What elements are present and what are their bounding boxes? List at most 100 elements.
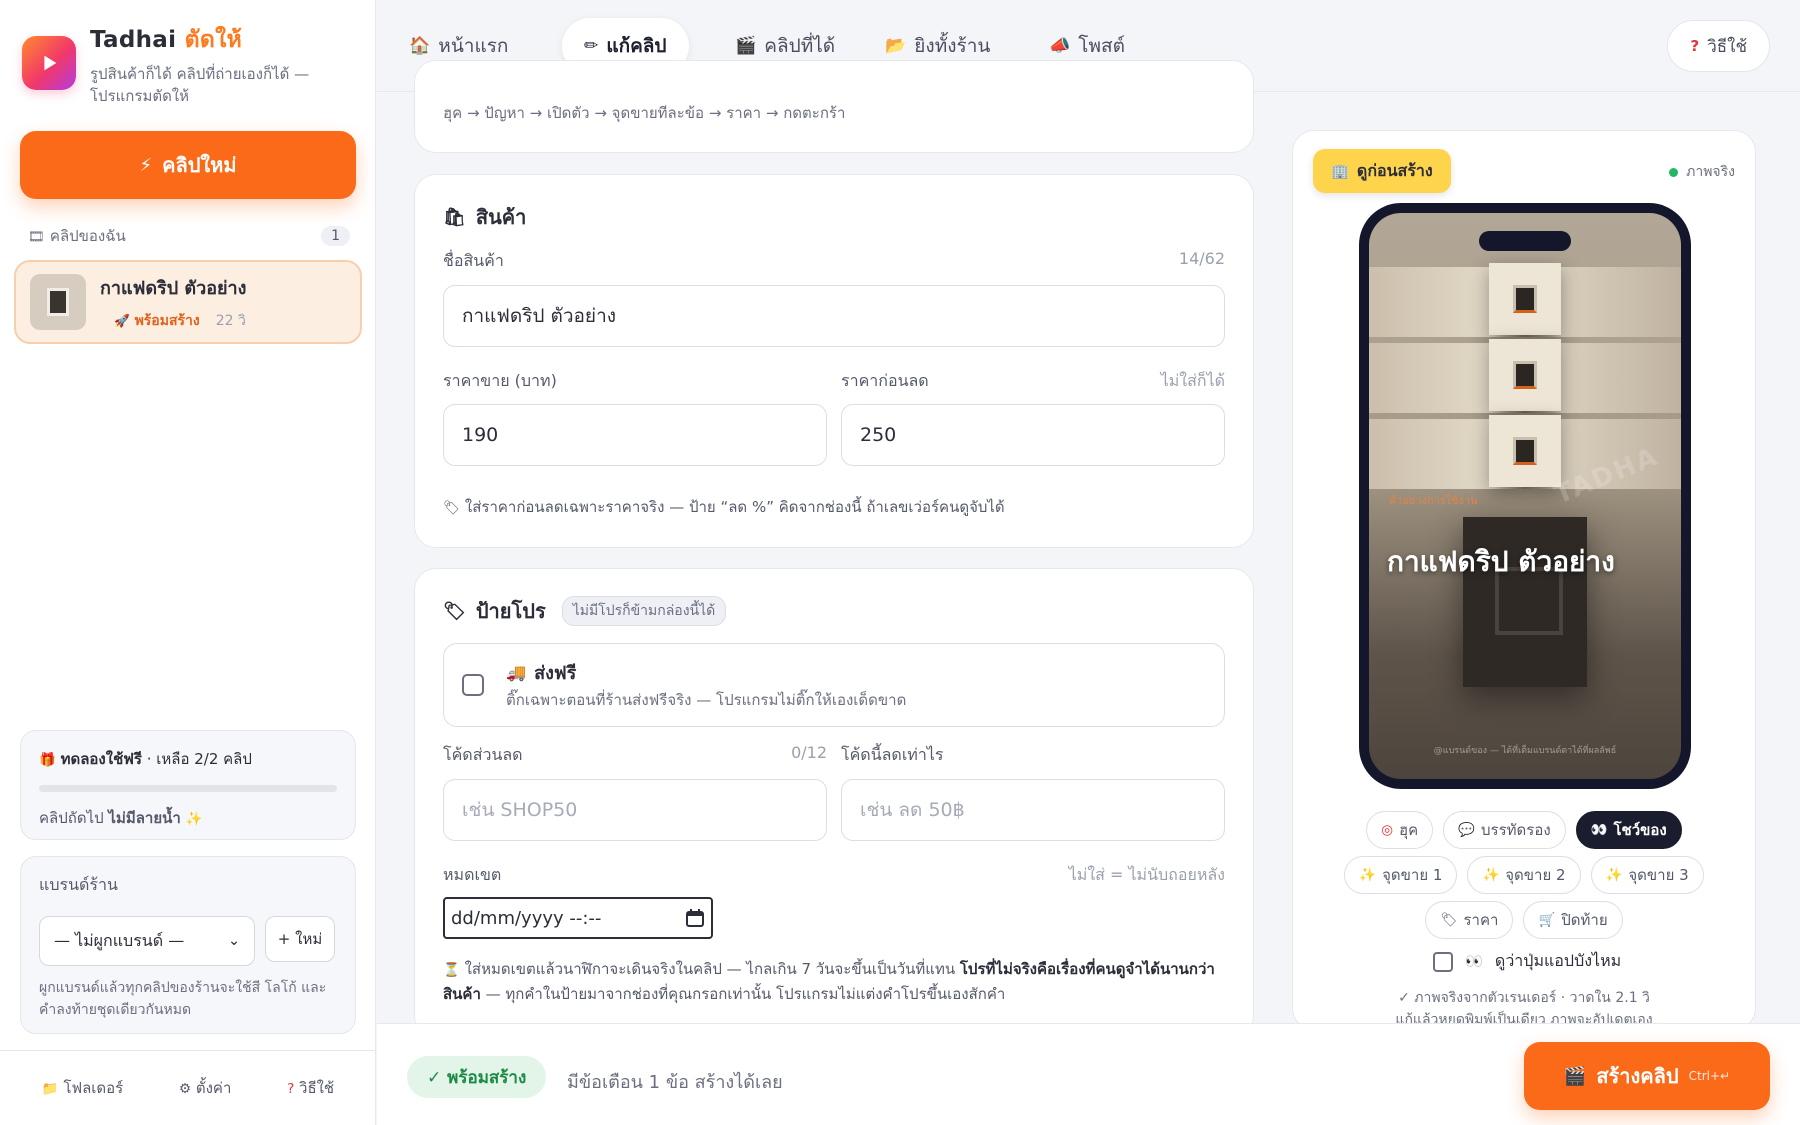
scene-closing[interactable]: 🛒 ปิดท้าย bbox=[1523, 901, 1623, 939]
promo-card: 🏷 ป้ายโปร ไม่มีโปรก็ข้ามกล่องนี้ได้ 🚚 ส่งฟร… bbox=[414, 568, 1254, 1038]
example-tag: ตัวอย่างการใช้งาน bbox=[1389, 494, 1478, 507]
rocket-icon: 🚀 bbox=[114, 312, 130, 328]
brand-header[interactable]: Tadhai ตัดให้ รูปสินค้าก็ได้ คลิปที่ถ่าย… bbox=[22, 22, 322, 108]
clip-thumbnail bbox=[30, 274, 86, 330]
megaphone-icon: 📣 bbox=[1049, 36, 1071, 56]
product-card: 🛍 สินค้า ชื่อสินค้า 14/62 กาแฟดริป ตัวอย่… bbox=[414, 174, 1254, 548]
ready-status-chip: ✓ พร้อมสร้าง bbox=[407, 1056, 547, 1098]
clapper-icon: 🎬 bbox=[735, 36, 757, 56]
help-icon: ? bbox=[1690, 37, 1700, 55]
keyboard-shortcut: Ctrl+↵ bbox=[1688, 1069, 1731, 1083]
film-icon: 🎞 bbox=[28, 229, 46, 245]
sparkle-icon: ✨ bbox=[1482, 867, 1500, 883]
preview-chip: 🏢 ดูก่อนสร้าง bbox=[1313, 149, 1451, 193]
free-shipping-option[interactable]: 🚚 ส่งฟรี ติ๊กเฉพาะตอนที่ร้านส่งฟรีจริง — … bbox=[443, 643, 1225, 727]
scene-point-1[interactable]: ✨ จุดขาย 1 bbox=[1344, 856, 1458, 894]
free-shipping-title: 🚚 ส่งฟรี bbox=[506, 663, 577, 684]
binoculars-icon: 👀 bbox=[1590, 822, 1608, 838]
sparkle-icon: ✨ bbox=[185, 811, 203, 827]
app-button-toggle[interactable]: 👀 ดูว่าปุ่มแอปบังไหม bbox=[1433, 949, 1621, 974]
folder-icon: 📂 bbox=[885, 36, 907, 56]
home-icon: 🏠 bbox=[409, 36, 431, 56]
my-clips-label: คลิปของฉัน bbox=[49, 227, 126, 245]
original-price-input[interactable]: 250 bbox=[841, 404, 1225, 466]
create-clip-button[interactable]: 🎬 สร้างคลิป Ctrl+↵ bbox=[1524, 1042, 1770, 1110]
new-brand-button[interactable]: + ใหม่ bbox=[265, 916, 335, 962]
product-name-input[interactable]: กาแฟดริป ตัวอย่าง bbox=[443, 285, 1225, 347]
app-name: Tadhai ตัดให้ bbox=[90, 22, 322, 58]
scene-point-3[interactable]: ✨ จุดขาย 3 bbox=[1590, 856, 1704, 894]
discount-amount-input[interactable]: เช่น ลด 50฿ bbox=[841, 779, 1225, 841]
sidebar-footer: 📁 โฟลเดอร์ ⚙ ตั้งค่า ? วิธีใช้ bbox=[0, 1050, 376, 1125]
real-render-indicator: ภาพจริง bbox=[1669, 161, 1735, 183]
phone-frame: TADHA ตัวอย่างการใช้งาน กาแฟดริป ตัวอย่า… bbox=[1359, 203, 1691, 789]
code-counter: 0/12 bbox=[791, 743, 827, 762]
scene-row-2: ✨ จุดขาย 1 ✨ จุดขาย 2 ✨ จุดขาย 3 bbox=[1293, 856, 1755, 894]
warning-text: มีข้อเตือน 1 ข้อ สร้างได้เลย bbox=[567, 1072, 783, 1093]
status-dot bbox=[1669, 167, 1679, 177]
calendar-icon[interactable] bbox=[685, 908, 705, 928]
trial-line: 🎁 ทดลองใช้ฟรี · เหลือ 2/2 คลิป bbox=[39, 747, 337, 771]
phone-screen[interactable]: TADHA ตัวอย่างการใช้งาน กาแฟดริป ตัวอย่า… bbox=[1369, 213, 1681, 779]
preview-hero-title: กาแฟดริป ตัวอย่าง bbox=[1387, 545, 1615, 578]
app-tagline: รูปสินค้าก็ได้ คลิปที่ถ่ายเองก็ได้ — โปร… bbox=[90, 65, 310, 105]
folder-icon: 📁 bbox=[41, 1081, 59, 1097]
target-icon: ◎ bbox=[1381, 822, 1394, 838]
price-hint: 🏷 ใส่ราคาก่อนลดเฉพาะราคาจริง — ป้าย “ลด … bbox=[443, 498, 1005, 516]
footer-settings[interactable]: ⚙ ตั้งค่า bbox=[179, 1076, 231, 1100]
trial-title: ทดลองใช้ฟรี bbox=[60, 750, 142, 768]
sparkle-icon: ✨ bbox=[1605, 867, 1623, 883]
eyes-icon: 👀 bbox=[1465, 954, 1483, 970]
expiry-optional: ไม่ใส่ = ไม่นับถอยหลัง bbox=[1068, 865, 1225, 884]
clip-duration: 22 วิ bbox=[215, 312, 246, 329]
clapper-icon: 🎬 bbox=[1563, 1065, 1587, 1087]
clips-count-badge: 1 bbox=[321, 226, 350, 246]
scene-subline[interactable]: 💬 บรรทัดรอง bbox=[1443, 811, 1566, 849]
sparkle-icon: ✨ bbox=[1359, 867, 1377, 883]
app-name-accent: ตัดให้ bbox=[184, 27, 243, 53]
brand-card-title: แบรนด์ร้าน bbox=[39, 875, 118, 894]
brand-select[interactable]: — ไม่ผูกแบรนด์ — ⌄ bbox=[39, 916, 255, 966]
brand-card: แบรนด์ร้าน — ไม่ผูกแบรนด์ — ⌄ + ใหม่ ผูก… bbox=[20, 856, 356, 1034]
discount-code-input[interactable]: เช่น SHOP50 bbox=[443, 779, 827, 841]
shopping-bag-icon: 🛍 bbox=[443, 206, 466, 228]
cart-icon: 🛒 bbox=[1538, 912, 1556, 928]
clip-item[interactable]: กาแฟดริป ตัวอย่าง 🚀 พร้อมสร้าง 22 วิ bbox=[14, 260, 362, 344]
footer-help[interactable]: ? วิธีใช้ bbox=[287, 1076, 334, 1100]
scene-hook[interactable]: ◎ ฮุค bbox=[1366, 811, 1434, 849]
scene-showcase[interactable]: 👀 โชว์ของ bbox=[1575, 811, 1682, 849]
scene-row-3: 🏷 ราคา 🛒 ปิดท้าย bbox=[1293, 901, 1755, 939]
trial-progress-bar bbox=[39, 785, 337, 792]
help-icon: ? bbox=[287, 1081, 295, 1097]
trial-note: คลิปถัดไป ไม่มีลายน้ำ ✨ bbox=[39, 809, 203, 827]
hourglass-icon: ⏳ bbox=[443, 962, 460, 978]
promo-skip-chip: ไม่มีโปรก็ข้ามกล่องนี้ได้ bbox=[561, 596, 727, 626]
spark-icon: ⚡ bbox=[139, 154, 153, 176]
app-button-checkbox[interactable] bbox=[1433, 951, 1453, 972]
discount-label: โค้ดนี้ลดเท่าไร bbox=[841, 745, 944, 764]
footer-folder[interactable]: 📁 โฟลเดอร์ bbox=[42, 1076, 123, 1100]
scene-price[interactable]: 🏷 ราคา bbox=[1425, 901, 1514, 939]
clip-title: กาแฟดริป ตัวอย่าง bbox=[100, 277, 247, 299]
code-label: โค้ดส่วนลด bbox=[443, 745, 523, 764]
scene-point-2[interactable]: ✨ จุดขาย 2 bbox=[1467, 856, 1581, 894]
product-name-counter: 14/62 bbox=[1178, 249, 1225, 268]
help-button[interactable]: ? วิธีใช้ bbox=[1667, 20, 1770, 72]
play-icon bbox=[44, 55, 57, 71]
free-shipping-sub: ติ๊กเฉพาะตอนที่ร้านส่งฟรีจริง — โปรแกรมไ… bbox=[506, 691, 907, 709]
trial-remaining: · เหลือ 2/2 คลิป bbox=[146, 750, 252, 768]
gear-icon: ⚙ bbox=[178, 1081, 192, 1097]
app-name-main: Tadhai bbox=[90, 27, 177, 53]
product-title: 🛍 สินค้า bbox=[443, 205, 527, 229]
expiry-label: หมดเขต bbox=[443, 865, 502, 884]
price-input[interactable]: 190 bbox=[443, 404, 827, 466]
tag-icon: 🏷 bbox=[443, 600, 466, 622]
preview-footer-caption: @แบรนด์ของ — ได้ที่เต็มแบรนด์ตาได้ที่ผลล… bbox=[1433, 746, 1617, 756]
app-logo bbox=[22, 36, 76, 90]
new-clip-label: คลิปใหม่ bbox=[162, 153, 237, 177]
expiry-datetime-input[interactable]: dd/mm/yyyy --:-- bbox=[443, 897, 713, 939]
clip-status: 🚀 พร้อมสร้าง bbox=[114, 312, 200, 329]
free-shipping-checkbox[interactable] bbox=[462, 674, 484, 696]
expiry-hint: ⏳ ใส่หมดเขตแล้วนาฬิกาจะเดินจริงในคลิป — … bbox=[443, 960, 1215, 1003]
new-clip-button[interactable]: ⚡ คลิปใหม่ bbox=[20, 131, 356, 199]
